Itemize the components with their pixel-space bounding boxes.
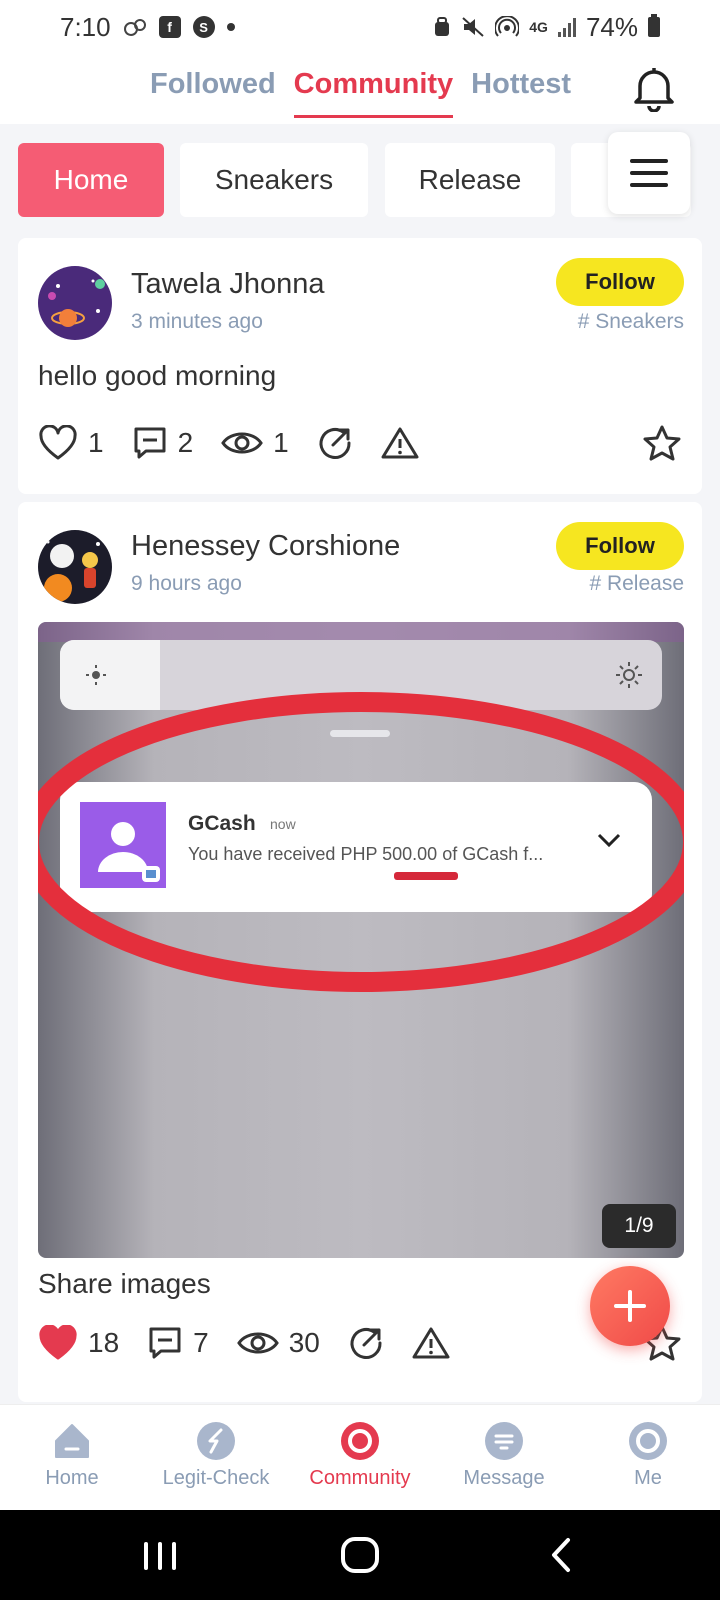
tab-hottest[interactable]: Hottest [471, 68, 571, 118]
star-icon [643, 425, 681, 461]
me-icon [629, 1422, 667, 1460]
comment-icon [134, 427, 166, 459]
more-notifications-dot [226, 23, 235, 31]
share-icon [319, 428, 351, 459]
image-counter: 1/9 [602, 1204, 676, 1248]
like-button[interactable]: 18 [38, 1325, 119, 1361]
report-button[interactable] [412, 1326, 450, 1360]
nav-me-label: Me [634, 1467, 662, 1489]
battery-icon [648, 14, 660, 37]
comment-icon [149, 1327, 181, 1359]
share-icon [350, 1328, 382, 1359]
nav-message-label: Message [463, 1467, 545, 1489]
bottom-nav: Home Legit-Check Community Message Me [0, 1404, 720, 1510]
nav-legit-check[interactable]: Legit-Check [144, 1405, 288, 1510]
report-button[interactable] [381, 426, 419, 460]
system-nav-bar [0, 1510, 720, 1600]
legit-check-icon [197, 1422, 235, 1460]
back-icon[interactable] [546, 1530, 576, 1580]
hotspot-icon [495, 16, 520, 38]
views-indicator: 30 [236, 1327, 320, 1359]
like-button[interactable]: 1 [38, 425, 104, 461]
nav-home-label: Home [45, 1467, 99, 1489]
s-app-icon: S [192, 16, 215, 38]
eye-icon [236, 1332, 279, 1354]
post-time: 9 hours ago [131, 572, 242, 595]
tab-community[interactable]: Community [293, 68, 454, 118]
create-post-button[interactable] [590, 1266, 670, 1346]
post-actions: 18 7 30 [38, 1318, 682, 1368]
nav-legit-check-label: Legit-Check [162, 1467, 270, 1489]
share-button[interactable] [317, 425, 353, 461]
follow-button[interactable]: Follow [556, 522, 684, 570]
post-actions: 1 2 1 [38, 418, 682, 468]
favorite-button[interactable] [642, 424, 682, 462]
facebook-icon: f [158, 16, 181, 38]
home-button-icon[interactable] [338, 1530, 382, 1580]
nav-community-label: Community [309, 1467, 411, 1489]
chip-sneakers[interactable]: Sneakers [180, 143, 368, 217]
warning-icon [412, 1327, 450, 1359]
view-count: 1 [273, 427, 289, 458]
recent-apps-icon[interactable] [140, 1530, 180, 1580]
post-card[interactable]: Tawela Jhonna 3 minutes ago Follow # Sne… [18, 238, 702, 494]
tab-followed[interactable]: Followed [150, 68, 276, 118]
post-tag[interactable]: # Release [589, 572, 684, 596]
comment-button[interactable]: 2 [132, 425, 194, 461]
post-text: Share images [38, 1268, 211, 1299]
signal-icon [557, 17, 576, 37]
heart-filled-icon [39, 1325, 77, 1360]
comment-button[interactable]: 7 [147, 1325, 209, 1361]
avatar[interactable] [38, 530, 112, 604]
battery-percent: 74% [585, 11, 638, 42]
author-name[interactable]: Henessey Corshione [131, 530, 400, 563]
post-text: hello good morning [38, 360, 277, 391]
post-image[interactable]: GCash now You have received PHP 500.00 o… [38, 622, 684, 1258]
author-name[interactable]: Tawela Jhonna [131, 268, 324, 301]
share-button[interactable] [348, 1325, 384, 1361]
post-card[interactable]: Henessey Corshione 9 hours ago Follow # … [18, 502, 702, 1402]
heart-icon [39, 425, 77, 460]
views-indicator: 1 [221, 427, 289, 459]
chip-home[interactable]: Home [18, 143, 164, 217]
follow-button[interactable]: Follow [556, 258, 684, 306]
post-tag[interactable]: # Sneakers [578, 310, 684, 334]
avatar[interactable] [38, 266, 112, 340]
message-icon [485, 1422, 523, 1460]
alarm-icon [433, 16, 451, 38]
nav-community[interactable]: Community [288, 1405, 432, 1510]
comment-count: 2 [177, 427, 194, 458]
eye-icon [221, 432, 263, 454]
view-count: 30 [288, 1327, 320, 1358]
chip-release[interactable]: Release [385, 143, 555, 217]
post-time: 3 minutes ago [131, 310, 263, 333]
community-icon [341, 1422, 379, 1460]
bell-icon[interactable] [632, 64, 676, 113]
plus-icon [614, 1290, 646, 1322]
home-icon [55, 1424, 89, 1458]
highlight-ellipse [38, 692, 684, 992]
status-bar: 7:10 f S 4G 74% [0, 0, 720, 54]
like-count: 1 [88, 427, 104, 458]
nav-home[interactable]: Home [0, 1405, 144, 1510]
warning-icon [381, 427, 419, 459]
comment-count: 7 [193, 1327, 209, 1358]
nav-message[interactable]: Message [432, 1405, 576, 1510]
image-top-edge [38, 622, 684, 642]
like-count: 18 [88, 1327, 120, 1358]
feed-tabs: Followed Community Hottest [0, 54, 720, 124]
notification-app-icon [123, 17, 147, 37]
nav-me[interactable]: Me [576, 1405, 720, 1510]
status-time: 7:10 [60, 11, 111, 42]
mute-icon [461, 16, 485, 38]
network-type: 4G [529, 19, 548, 35]
category-menu-button[interactable] [608, 132, 690, 214]
